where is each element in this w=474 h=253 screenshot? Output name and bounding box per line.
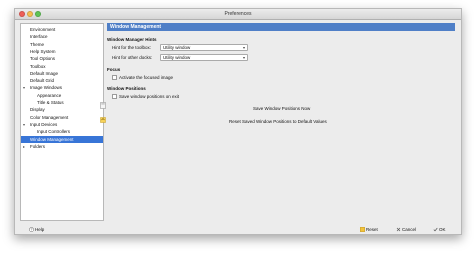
sidebar-item-label: Appearance [37, 92, 62, 98]
sidebar-item-label: Environment [30, 27, 56, 32]
docks-hint-label: Hint for other docks: [112, 55, 153, 60]
title-bar: Preferences [15, 9, 461, 20]
ok-label: OK [439, 227, 446, 232]
save-on-exit-label: Save window positions on exit [119, 94, 180, 99]
save-positions-now-button[interactable]: Save Window Positions Now [253, 106, 310, 111]
sidebar-item-label: Theme [30, 41, 45, 47]
sidebar-item-label: Color Management [30, 114, 69, 120]
expander-down-icon[interactable]: ▾ [23, 84, 25, 91]
sidebar-item[interactable]: Default Image [21, 70, 103, 77]
cancel-button[interactable]: Cancel [396, 226, 416, 234]
sidebar-item[interactable]: Display [21, 106, 103, 113]
ok-button[interactable]: OK [433, 226, 446, 234]
cancel-label: Cancel [402, 227, 417, 232]
sidebar-item-label: Tool Options [30, 56, 56, 62]
sidebar-item[interactable]: Input Controllers [21, 128, 103, 135]
sidebar-item[interactable]: ▸ Folders [21, 143, 103, 150]
svg-text:?: ? [31, 228, 33, 232]
docks-hint-value: Utility window [163, 55, 191, 60]
sidebar-item[interactable]: Tool Options [21, 55, 103, 62]
sidebar-item-label: Input Devices [30, 121, 58, 127]
reset-icon [360, 227, 365, 233]
hints-section-title: Window Manager Hints [107, 37, 157, 42]
sidebar-item[interactable]: Help System [21, 48, 103, 55]
sidebar-item-label: Window Management [30, 136, 74, 142]
reset-label: Reset [366, 227, 378, 232]
reset-positions-button[interactable]: Reset Saved Window Positions to Default … [229, 119, 327, 124]
check-icon [433, 227, 438, 232]
chevron-down-icon: ▾ [242, 45, 245, 50]
sidebar-item[interactable]: Toolbox [21, 63, 103, 70]
toolbox-hint-select[interactable]: Utility window ▾ [160, 44, 248, 51]
preferences-window: Preferences Environment Interface Theme Hel… [14, 8, 462, 235]
sidebar-item[interactable]: Environment [21, 26, 103, 33]
cancel-icon [396, 227, 401, 232]
positions-section-title: Window Positions [107, 86, 146, 91]
window-title: Preferences [224, 11, 252, 17]
sidebar-item-label: Help System [30, 48, 56, 54]
sidebar-item-label: Image Windows [30, 85, 63, 91]
sidebar-item[interactable]: Window Management [21, 135, 103, 143]
activate-focused-label: Activate the focused image [119, 75, 174, 80]
docks-hint-select[interactable]: Utility window ▾ [160, 54, 248, 61]
preferences-sidebar: Environment Interface Theme Help System Tool… [20, 23, 104, 221]
chevron-down-icon: ▾ [242, 55, 245, 60]
sidebar-item[interactable]: ▾ Image Windows [21, 84, 103, 91]
sidebar-item-label: Default Grid [30, 78, 55, 84]
expander-right-icon[interactable]: ▸ [23, 143, 25, 150]
sidebar-item-label: Interface [30, 34, 48, 40]
expander-down-icon[interactable]: ▾ [23, 121, 25, 128]
page-title: Window Management [107, 23, 455, 31]
help-icon: ? [29, 227, 34, 233]
sidebar-item[interactable]: Title & Status [21, 99, 103, 106]
activate-focused-checkbox[interactable] [112, 75, 117, 80]
save-positions-icon [100, 102, 106, 109]
sidebar-item[interactable]: Color Management [21, 114, 103, 121]
sidebar-item-label: Default Image [30, 70, 59, 76]
toolbox-hint-label: Hint for the toolbox: [112, 45, 152, 50]
sidebar-item-label: Title & Status [37, 100, 64, 105]
toolbox-hint-value: Utility window [163, 45, 191, 50]
sidebar-item[interactable]: Theme [21, 41, 103, 48]
reset-button[interactable]: Reset [360, 226, 378, 234]
sidebar-item[interactable]: Interface [21, 33, 103, 40]
sidebar-item[interactable]: Default Grid [21, 77, 103, 84]
save-on-exit-checkbox[interactable] [112, 94, 117, 99]
sidebar-item-label: Toolbox [30, 63, 46, 69]
sidebar-item-label: Display [30, 107, 45, 113]
help-button[interactable]: ? Help [29, 226, 44, 234]
sidebar-item-label: Folders [30, 143, 46, 149]
sidebar-item-label: Input Controllers [37, 129, 71, 135]
reset-positions-icon [100, 117, 106, 123]
sidebar-item[interactable]: ▾ Input Devices [21, 121, 103, 128]
help-label: Help [35, 227, 45, 232]
sidebar-item[interactable]: Appearance [21, 92, 103, 99]
focus-section-title: Focus [107, 67, 121, 72]
